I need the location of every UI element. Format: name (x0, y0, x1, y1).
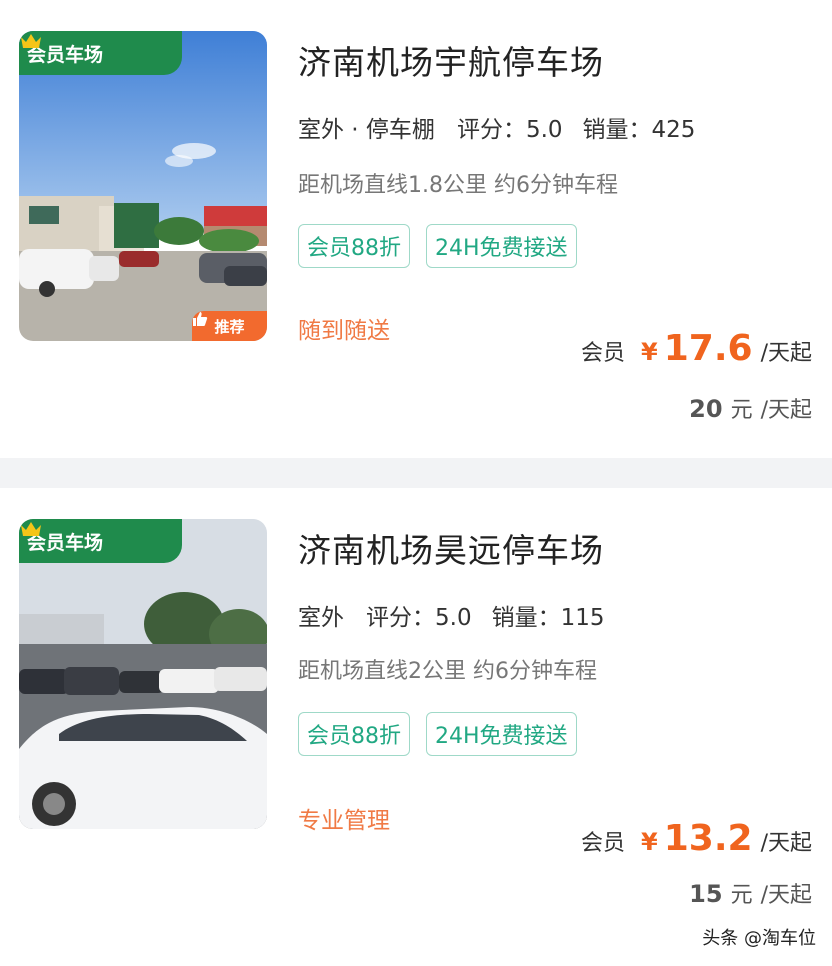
rating: 评分：5.0 (366, 605, 472, 631)
tag-free-shuttle: 24H免费接送 (426, 224, 577, 268)
original-currency: 元 (730, 883, 753, 908)
parking-lot-card[interactable]: 会员车场 济南机场昊远停车场 室外 评分：5.0 销量：115 距机场直线2公里… (0, 488, 832, 966)
lot-type: 室外 (294, 598, 348, 638)
meta-row: 室外 评分：5.0 销量：115 (294, 598, 624, 638)
crown-icon (21, 522, 41, 536)
meta-row: 室外 · 停车棚 评分：5.0 销量：425 (294, 110, 715, 150)
original-price-row: 15 元 /天起 (689, 877, 812, 909)
original-price-unit: /天起 (760, 883, 812, 908)
recommend-badge: 推荐 (192, 311, 267, 341)
currency-symbol: ¥ (641, 338, 658, 366)
tag-member-discount: 会员88折 (298, 224, 410, 268)
recommend-badge-label: 推荐 (214, 317, 245, 336)
member-price-label: 会员 (581, 341, 626, 366)
original-price-row: 20 元 /天起 (689, 392, 812, 424)
member-price-row: 会员 ¥ 17.6 /天起 (581, 328, 812, 369)
sales-count: 销量：115 (491, 605, 605, 631)
parking-lot-title[interactable]: 济南机场宇航停车场 (298, 36, 604, 84)
original-currency: 元 (730, 398, 753, 423)
crown-icon (21, 34, 41, 48)
tag-free-shuttle: 24H免费接送 (426, 712, 577, 756)
tag-list: 会员88折 24H免费接送 (298, 224, 577, 268)
original-price-unit: /天起 (760, 398, 812, 423)
member-price: 13.2 (663, 818, 753, 859)
member-lot-badge: 会员车场 (19, 31, 182, 75)
parking-lot-card[interactable]: 会员车场 推荐 济南机场宇航停车场 室外 · 停车棚 评分：5.0 销量：425… (0, 0, 832, 458)
currency-symbol: ¥ (641, 828, 658, 856)
original-price: 20 (689, 395, 723, 423)
tag-list: 会员88折 24H免费接送 (298, 712, 577, 756)
feature-label: 专业管理 (298, 808, 390, 834)
distance-info: 距机场直线1.8公里 约6分钟车程 (298, 173, 618, 198)
parking-lot-photo[interactable]: 会员车场 推荐 (19, 31, 267, 341)
sales-count: 销量：425 (582, 117, 696, 143)
price-unit: /天起 (760, 831, 812, 856)
member-price-row: 会员 ¥ 13.2 /天起 (581, 818, 812, 859)
parking-lot-photo[interactable]: 会员车场 (19, 519, 267, 829)
feature-label: 随到随送 (298, 318, 390, 344)
original-price: 15 (689, 880, 723, 908)
tag-member-discount: 会员88折 (298, 712, 410, 756)
member-price: 17.6 (663, 328, 753, 369)
distance-info: 距机场直线2公里 约6分钟车程 (298, 659, 597, 684)
rating: 评分：5.0 (456, 117, 563, 143)
parking-lot-title[interactable]: 济南机场昊远停车场 (298, 524, 604, 572)
lot-type: 室外 · 停车棚 (294, 110, 439, 150)
price-unit: /天起 (760, 341, 812, 366)
thumbs-up-icon (193, 312, 208, 326)
member-lot-badge: 会员车场 (19, 519, 182, 563)
member-price-label: 会员 (581, 831, 626, 856)
watermark: 头条 @淘车位 (702, 928, 816, 949)
